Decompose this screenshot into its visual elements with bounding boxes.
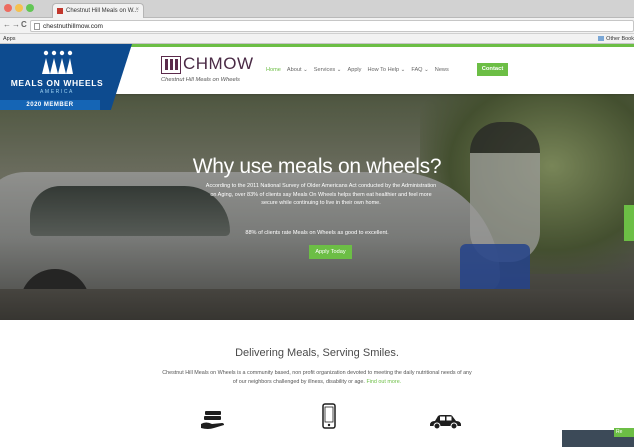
nav-faq[interactable]: FAQ ⌄ bbox=[411, 67, 428, 73]
apply-today-button[interactable]: Apply Today bbox=[309, 245, 352, 259]
apps-bookmark[interactable]: Apps bbox=[3, 36, 16, 42]
other-bookmarks-label: Other Book bbox=[606, 36, 634, 42]
nav-services[interactable]: Services ⌄ bbox=[314, 67, 342, 73]
nav-home[interactable]: Home bbox=[266, 67, 281, 73]
close-window-button[interactable] bbox=[4, 4, 12, 12]
section-description: Chestnut Hill Meals on Wheels is a commu… bbox=[160, 369, 474, 387]
nav-apply[interactable]: Apply bbox=[347, 67, 361, 73]
side-feedback-tab[interactable] bbox=[624, 205, 634, 241]
nav-news[interactable]: News bbox=[435, 67, 449, 73]
car-icon bbox=[430, 415, 461, 430]
member-ribbon: 2020 MEMBER bbox=[0, 100, 100, 110]
bookmarks-bar: Apps Other Book bbox=[0, 34, 634, 44]
hero-stat: 88% of clients rate Meals on Wheels as g… bbox=[245, 230, 389, 236]
tab-close-icon[interactable]: × bbox=[135, 7, 139, 13]
find-out-more-link[interactable]: Find out more. bbox=[366, 379, 401, 385]
description-text: Chestnut Hill Meals on Wheels is a commu… bbox=[162, 370, 472, 385]
page-icon bbox=[34, 23, 40, 30]
address-bar: ← → C chestnuthillmow.com bbox=[0, 18, 634, 34]
site-logo[interactable]: CHMOW bbox=[183, 54, 253, 74]
favicon-icon bbox=[57, 8, 63, 14]
section-heading: Delivering Meals, Serving Smiles. bbox=[235, 347, 399, 359]
maximize-window-button[interactable] bbox=[26, 4, 34, 12]
chat-widget[interactable]: Re bbox=[562, 428, 634, 447]
back-button[interactable]: ← bbox=[3, 20, 11, 29]
hero-text: According to the 2011 National Survey of… bbox=[205, 183, 437, 206]
header-accent-line bbox=[120, 44, 634, 47]
url-text: chestnuthillmow.com bbox=[43, 23, 103, 30]
money-icon bbox=[201, 411, 224, 429]
minimize-window-button[interactable] bbox=[15, 4, 23, 12]
site-tagline: Chestnut Hill Meals on Wheels bbox=[161, 77, 240, 83]
reload-button[interactable]: C bbox=[21, 20, 27, 29]
nav-how-to-help[interactable]: How To Help ⌄ bbox=[367, 67, 405, 73]
browser-tab-bar: Chestnut Hill Meals on W... × bbox=[0, 0, 634, 18]
badge-logo-sub: AMERICA bbox=[40, 89, 74, 95]
browser-tab[interactable]: Chestnut Hill Meals on W... × bbox=[52, 3, 144, 18]
badge-logo-text: MEALS ON WHEELS bbox=[10, 78, 104, 88]
contact-button[interactable]: Contact bbox=[477, 63, 508, 76]
url-input[interactable]: chestnuthillmow.com bbox=[30, 20, 634, 32]
phone-icon bbox=[322, 403, 336, 429]
tab-title: Chestnut Hill Meals on W... bbox=[66, 8, 139, 14]
main-nav: Home About ⌄ Services ⌄ Apply How To Hel… bbox=[266, 67, 449, 73]
hero-title: Why use meals on wheels? bbox=[192, 155, 442, 178]
folder-icon bbox=[598, 36, 605, 41]
chmow-logo-icon[interactable] bbox=[161, 56, 181, 74]
meals-on-wheels-logo-icon bbox=[42, 50, 73, 74]
forward-button[interactable]: → bbox=[12, 20, 20, 29]
nav-about[interactable]: About ⌄ bbox=[287, 67, 308, 73]
other-bookmarks-folder[interactable]: Other Book bbox=[598, 36, 634, 42]
widget-label: Re bbox=[614, 428, 634, 437]
